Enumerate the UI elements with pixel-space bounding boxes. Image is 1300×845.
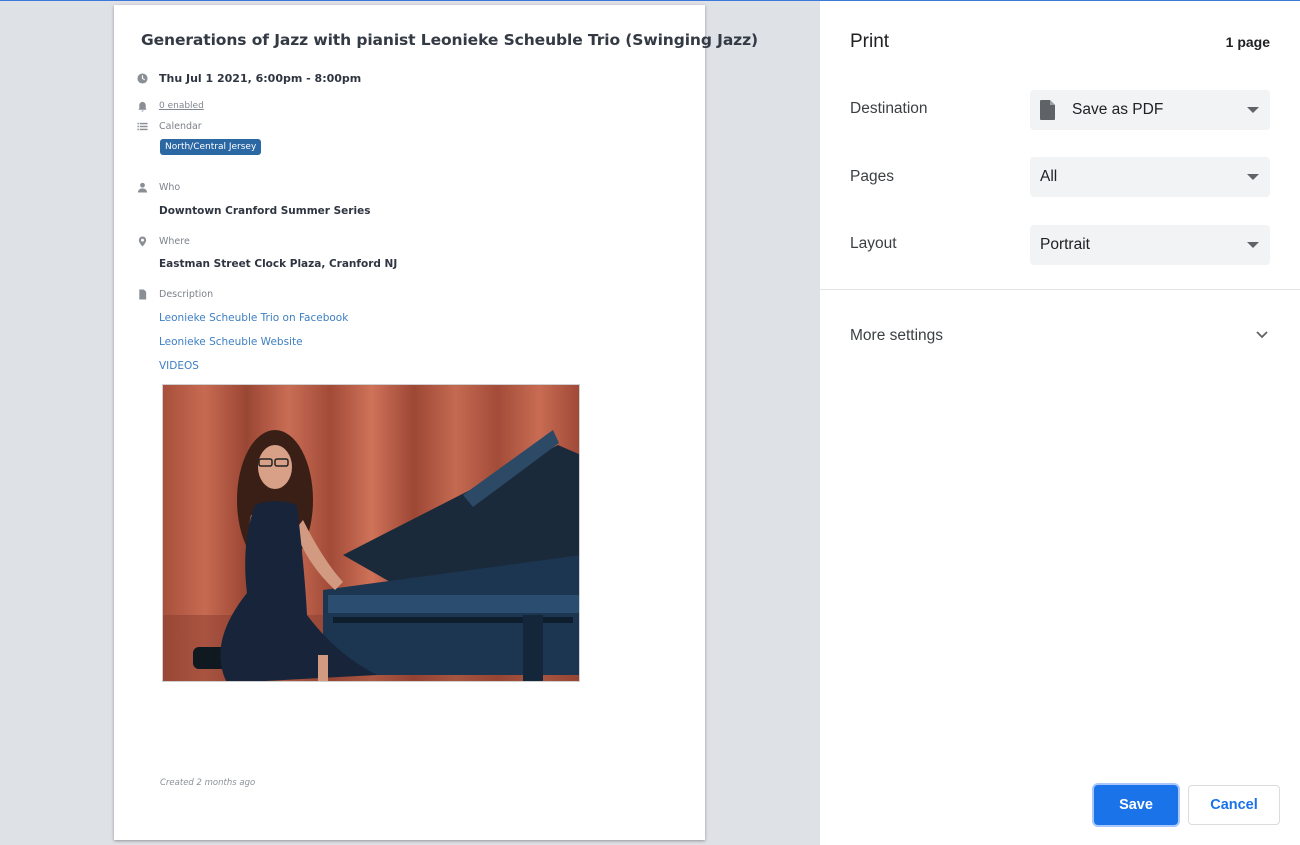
where-label: Where [159,235,190,247]
reminders-row: 0 enabled [136,100,204,112]
created-timestamp: Created 2 months ago [160,778,256,788]
chevron-down-icon [1247,174,1259,180]
chevron-down-icon [1247,242,1259,248]
chevron-down-icon [1254,326,1270,347]
reminders-link[interactable]: 0 enabled [159,101,204,111]
where-value: Eastman Street Clock Plaza, Cranford NJ [159,258,398,270]
calendar-label: Calendar [159,120,202,132]
description-label: Description [159,288,214,300]
pianist-photo-illustration [163,385,579,681]
pages-value: All [1040,168,1058,185]
pages-select[interactable]: All [1030,157,1270,197]
where-row: Where [136,235,190,247]
who-value: Downtown Cranford Summer Series [159,205,371,217]
description-row: Description [136,288,213,300]
calendar-row: Calendar [136,120,202,132]
person-icon [136,181,148,193]
layout-select[interactable]: Portrait [1030,225,1270,265]
event-title: Generations of Jazz with pianist Leoniek… [141,31,759,49]
list-icon [136,120,148,132]
bell-icon [136,100,148,112]
destination-label: Destination [850,100,928,117]
more-settings-label: More settings [850,327,944,344]
pages-label: Pages [850,168,894,185]
destination-select[interactable]: Save as PDF [1030,90,1270,130]
map-pin-icon [136,235,148,247]
print-title: Print [850,31,890,52]
website-link[interactable]: Leonieke Scheuble Website [159,336,303,348]
who-row: Who [136,181,180,193]
event-datetime: Thu Jul 1 2021, 6:00pm - 8:00pm [159,72,362,85]
destination-value: Save as PDF [1072,101,1164,118]
videos-link[interactable]: VIDEOS [159,360,199,372]
print-preview-area[interactable]: Generations of Jazz with pianist Leoniek… [0,1,820,845]
print-settings-panel: Print 1 page Destination Save as PDF Pag… [820,1,1300,845]
clock-icon [136,73,148,85]
who-label: Who [159,181,181,193]
layout-label: Layout [850,235,897,252]
layout-value: Portrait [1040,236,1090,253]
facebook-link[interactable]: Leonieke Scheuble Trio on Facebook [159,312,348,324]
chevron-down-icon [1247,107,1259,113]
document-icon [136,288,148,300]
preview-page: Generations of Jazz with pianist Leoniek… [114,5,759,840]
datetime-row: Thu Jul 1 2021, 6:00pm - 8:00pm [136,72,361,85]
event-photo [162,384,580,682]
page-count: 1 page [1225,34,1270,50]
more-settings-toggle[interactable]: More settings [850,325,1270,347]
save-button[interactable]: Save [1094,785,1178,825]
cancel-button[interactable]: Cancel [1188,785,1280,825]
file-icon [1040,99,1060,121]
settings-divider [820,289,1300,290]
calendar-badge[interactable]: North/Central Jersey [160,139,262,155]
